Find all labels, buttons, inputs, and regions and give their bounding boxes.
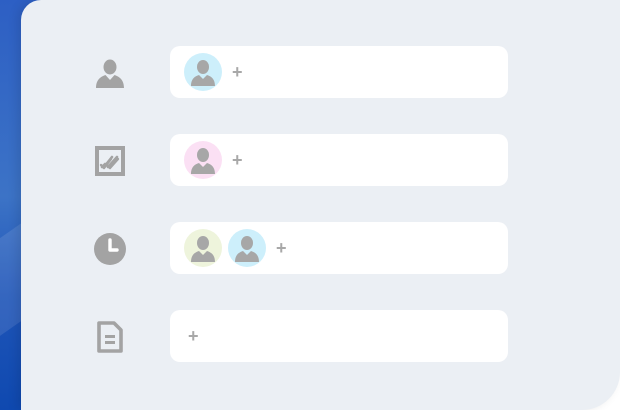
- row-person: +: [21, 46, 620, 98]
- add-button[interactable]: +: [272, 238, 291, 258]
- avatar[interactable]: [184, 229, 222, 267]
- add-button[interactable]: +: [184, 326, 203, 346]
- row-document: +: [21, 310, 620, 362]
- assignee-card[interactable]: +: [170, 310, 508, 362]
- assignee-card[interactable]: +: [170, 222, 508, 274]
- screen: + + + +: [0, 0, 620, 410]
- assignee-card[interactable]: +: [170, 46, 508, 98]
- document-icon: [93, 320, 127, 354]
- checked-chart-icon: [93, 144, 127, 178]
- add-button[interactable]: +: [228, 62, 247, 82]
- assignee-card[interactable]: +: [170, 134, 508, 186]
- add-button[interactable]: +: [228, 150, 247, 170]
- avatar[interactable]: [184, 141, 222, 179]
- assignment-panel: + + + +: [21, 0, 620, 410]
- person-icon: [93, 56, 127, 90]
- clock-icon: [93, 232, 127, 266]
- row-time: +: [21, 222, 620, 274]
- row-tasks: +: [21, 134, 620, 186]
- avatar[interactable]: [228, 229, 266, 267]
- avatar[interactable]: [184, 53, 222, 91]
